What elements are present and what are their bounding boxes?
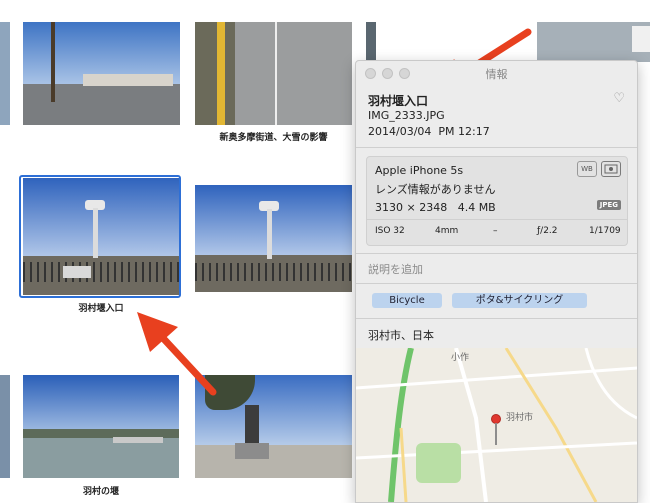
metering-mode-icon (601, 161, 621, 177)
lens-info: レンズ情報がありません (375, 183, 496, 196)
divider (356, 253, 637, 254)
divider (356, 283, 637, 284)
location-pin-stem (495, 423, 497, 445)
filename: IMG_2333.JPG (368, 109, 445, 122)
photo-thumbnail[interactable] (195, 185, 352, 292)
divider (356, 318, 637, 319)
pixel-dimensions: 3130 × 2348 (375, 201, 448, 214)
photo-thumbnail[interactable] (537, 22, 650, 62)
exif-shutter: 1/1709 (589, 226, 621, 236)
photo-thumbnail[interactable] (195, 375, 352, 478)
photo-thumbnail[interactable] (23, 375, 179, 478)
photo-thumbnail[interactable] (195, 22, 352, 125)
info-panel: 情報 羽村堰入口 ♡ IMG_2333.JPG 2014/03/04 PM 12… (355, 60, 638, 503)
format-badge: JPEG (596, 200, 621, 210)
camera-info-box: Apple iPhone 5s レンズ情報がありません WB 3130 × 23… (366, 156, 628, 246)
camera-model: Apple iPhone 5s (375, 164, 464, 177)
selected-photo-highlight (19, 175, 181, 298)
selected-photo-caption: 羽村堰入口 (78, 304, 124, 314)
divider (356, 147, 637, 148)
exif-exposure-bias: – (493, 226, 498, 236)
photo-caption: 羽村の堰 (82, 487, 119, 497)
exif-aperture: ƒ/2.2 (537, 226, 558, 236)
keyword-tag[interactable]: Bicycle (372, 293, 442, 308)
photo-thumbnail[interactable] (0, 22, 10, 125)
capture-date: 2014/03/04 PM 12:17 (368, 125, 490, 138)
exif-focal-length: 4mm (435, 226, 459, 236)
photo-thumbnail[interactable] (0, 375, 10, 478)
capture-time-value: PM 12:17 (438, 125, 490, 138)
capture-date-value: 2014/03/04 (368, 125, 432, 138)
map-label-town: 小作 (451, 353, 470, 363)
photo-thumbnail[interactable] (23, 22, 180, 125)
map-label-city: 羽村市 (506, 413, 534, 423)
favorite-heart-icon[interactable]: ♡ (613, 91, 625, 106)
photo-title-field[interactable]: 羽村堰入口 (368, 92, 428, 109)
info-panel-title: 情報 (485, 68, 508, 81)
image-dimensions: 3130 × 2348 4.4 MB (375, 201, 496, 214)
exif-iso: ISO 32 (375, 226, 405, 236)
location-map[interactable]: 小作 羽村市 (356, 348, 637, 502)
photo-thumbnail[interactable] (366, 22, 376, 62)
file-size: 4.4 MB (457, 201, 496, 214)
info-panel-titlebar[interactable]: 情報 (356, 61, 637, 85)
location-label: 羽村市、日本 (368, 329, 434, 342)
description-input[interactable]: 説明を追加 (368, 261, 423, 277)
photo-caption: 新奥多摩街道、大雪の影響 (219, 133, 328, 143)
arrow-head-bottom (137, 312, 178, 352)
keyword-tag[interactable]: ポタ&サイクリング (452, 293, 587, 308)
white-balance-icon: WB (577, 161, 597, 177)
exif-row: ISO 32 4mm – ƒ/2.2 1/1709 (367, 219, 627, 242)
